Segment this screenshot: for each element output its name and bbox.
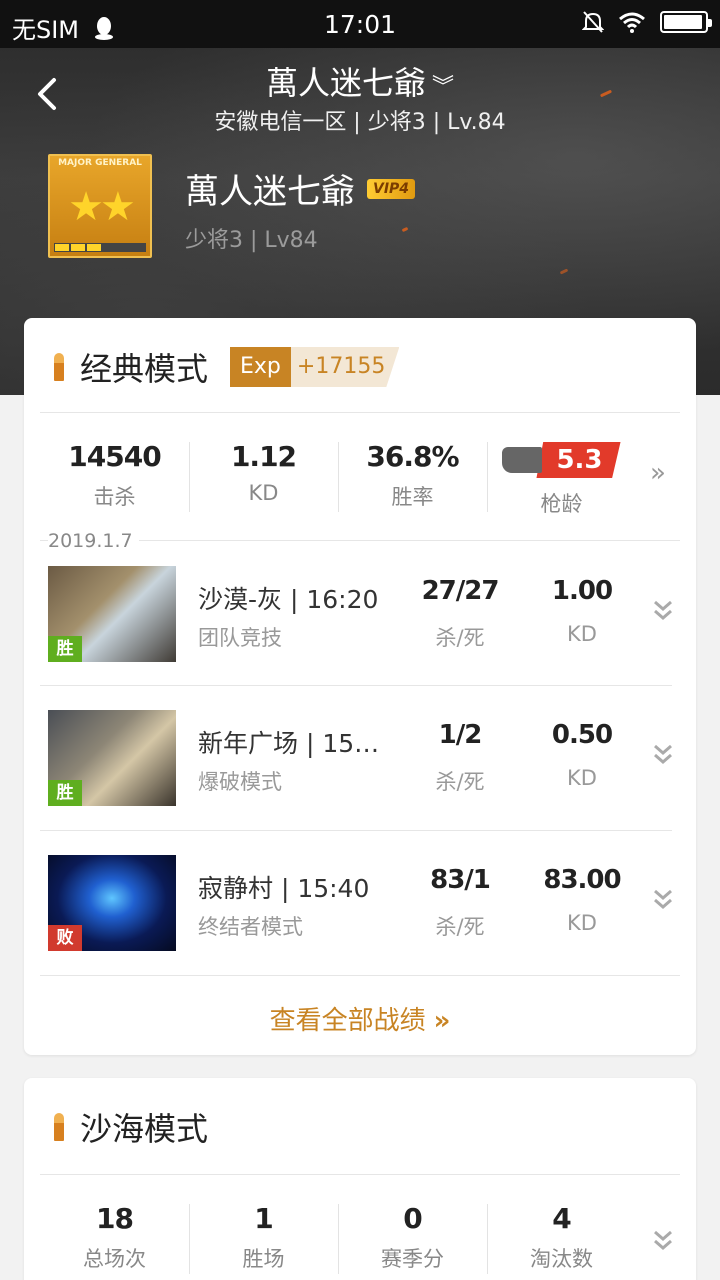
- stat-value: 18: [96, 1202, 134, 1235]
- exp-value: +17155: [290, 347, 400, 387]
- divider: [40, 1174, 680, 1175]
- spark-decoration: [401, 226, 409, 233]
- result-badge: 败: [48, 925, 82, 951]
- classic-mode-card: 经典模式 Exp +17155 14540 击杀 1.12 KD 36.8% 胜…: [24, 318, 696, 1055]
- map-thumbnail: 胜: [48, 566, 176, 662]
- chevron-down-icon[interactable]: [652, 596, 674, 624]
- status-bar: 无SIM 17:01: [0, 0, 720, 48]
- vip-badge: VIP4: [367, 178, 416, 199]
- mute-bell-icon: [582, 11, 604, 33]
- stat-season-score: 0 赛季分: [338, 1202, 487, 1274]
- view-all-text: 查看全部战绩: [269, 1006, 426, 1036]
- match-mode: 终结者模式: [198, 915, 303, 939]
- match-map: 新年广场 | 15…: [198, 729, 380, 758]
- stat-kills: 14540 击杀: [40, 440, 189, 518]
- kd-value: 1.00: [551, 576, 613, 606]
- player-name: 萬人迷七爺 VIP4: [185, 164, 416, 213]
- bullet-icon: [54, 1113, 64, 1141]
- wifi-icon: [619, 12, 645, 33]
- stat-gun-age: 5.3 枪龄: [487, 440, 636, 518]
- match-row[interactable]: 胜 新年广场 | 15… 爆破模式 1/2 杀/死 0.50 KD: [48, 710, 680, 806]
- chevron-right-icon[interactable]: »: [650, 458, 666, 488]
- stat-label: 淘汰数: [530, 1247, 593, 1271]
- card-header: 经典模式 Exp +17155: [54, 342, 400, 392]
- match-row[interactable]: 胜 沙漠-灰 | 16:20 团队竞技 27/27 杀/死 1.00 KD: [48, 566, 680, 662]
- exp-badge: Exp +17155: [230, 347, 400, 387]
- star-icon: ★★: [68, 184, 136, 230]
- stat-label: 胜率: [391, 485, 434, 509]
- stat-label: KD: [248, 481, 279, 505]
- match-row[interactable]: 败 寂静村 | 15:40 终结者模式 83/1 杀/死 83.00 KD: [48, 855, 680, 951]
- page-title[interactable]: 萬人迷七爺 ︾: [0, 58, 720, 104]
- stat-label: 胜场: [242, 1247, 285, 1271]
- chevron-down-icon[interactable]: [652, 1226, 674, 1254]
- kills-deaths-label: 杀/死: [435, 770, 485, 794]
- kd-label: KD: [567, 622, 597, 646]
- player-name-text: 萬人迷七爺: [185, 172, 355, 212]
- stat-value: 14540: [68, 440, 161, 473]
- player-rank-level: 少将3 | Lv84: [185, 228, 318, 253]
- result-badge: 胜: [48, 636, 82, 662]
- page-title-text: 萬人迷七爺: [265, 64, 426, 102]
- kills-deaths: 27/27: [421, 576, 500, 606]
- match-mode: 爆破模式: [198, 770, 282, 794]
- divider: [40, 975, 680, 976]
- chevron-down-icon[interactable]: [652, 885, 674, 913]
- kd-label: KD: [567, 911, 597, 935]
- battery-icon: [660, 11, 712, 33]
- spark-decoration: [559, 268, 569, 275]
- page-subtitle: 安徽电信一区 | 少将3 | Lv.84: [214, 110, 506, 135]
- chevron-down-icon: ︾: [432, 75, 455, 100]
- bullet-icon: [54, 353, 64, 381]
- divider: [40, 685, 672, 686]
- match-date: 2019.1.7: [48, 530, 139, 552]
- sand-mode-card: 沙海模式 18 总场次 1 胜场 0 赛季分 4 淘汰数: [24, 1078, 696, 1280]
- stat-label: 赛季分: [381, 1247, 444, 1271]
- rank-badge-text: MAJOR GENERAL: [58, 158, 142, 168]
- stat-label: 击杀: [93, 485, 136, 509]
- rank-progress-bar: [54, 243, 146, 252]
- stat-value: 4: [552, 1202, 571, 1235]
- rank-badge: MAJOR GENERAL ★★: [48, 154, 152, 258]
- kd-value: 0.50: [551, 720, 613, 750]
- card-title: 经典模式: [80, 350, 209, 388]
- match-mode: 团队竞技: [198, 626, 282, 650]
- result-badge: 胜: [48, 780, 82, 806]
- gun-age-badge: 5.3: [487, 440, 636, 480]
- gun-icon: [502, 447, 543, 473]
- kills-deaths-label: 杀/死: [435, 915, 485, 939]
- stats-row[interactable]: 14540 击杀 1.12 KD 36.8% 胜率 5.3 枪龄: [40, 440, 636, 518]
- match-map: 寂静村 | 15:40: [198, 874, 370, 903]
- view-all-link[interactable]: 查看全部战绩»: [24, 1000, 696, 1037]
- card-title: 沙海模式: [80, 1110, 209, 1148]
- map-thumbnail: 败: [48, 855, 176, 951]
- card-header: 沙海模式: [54, 1102, 208, 1152]
- kills-deaths-label: 杀/死: [435, 626, 485, 650]
- stats-row[interactable]: 18 总场次 1 胜场 0 赛季分 4 淘汰数: [40, 1202, 636, 1274]
- kills-deaths: 83/1: [430, 865, 491, 895]
- stat-value: 1.12: [230, 440, 297, 473]
- chevron-right-icon: »: [433, 1006, 451, 1036]
- stat-total-games: 18 总场次: [40, 1202, 189, 1273]
- gun-age-value: 5.3: [536, 442, 621, 478]
- chevron-down-icon[interactable]: [652, 740, 674, 768]
- divider: [40, 412, 680, 413]
- kd-label: KD: [567, 766, 597, 790]
- stat-value: 0: [403, 1202, 422, 1235]
- exp-label: Exp: [230, 347, 291, 387]
- stat-value: 1: [254, 1202, 273, 1235]
- stat-win-rate: 36.8% 胜率: [338, 440, 487, 518]
- stat-label: 总场次: [83, 1247, 146, 1271]
- kd-value: 83.00: [543, 865, 621, 895]
- kills-deaths: 1/2: [438, 720, 483, 750]
- stat-label: 枪龄: [540, 492, 583, 516]
- stat-value: 36.8%: [366, 440, 459, 473]
- divider: [40, 830, 672, 831]
- match-map: 沙漠-灰 | 16:20: [198, 585, 379, 614]
- map-thumbnail: 胜: [48, 710, 176, 806]
- stat-eliminations: 4 淘汰数: [487, 1202, 636, 1274]
- stat-wins: 1 胜场: [189, 1202, 338, 1274]
- stat-kd: 1.12 KD: [189, 440, 338, 518]
